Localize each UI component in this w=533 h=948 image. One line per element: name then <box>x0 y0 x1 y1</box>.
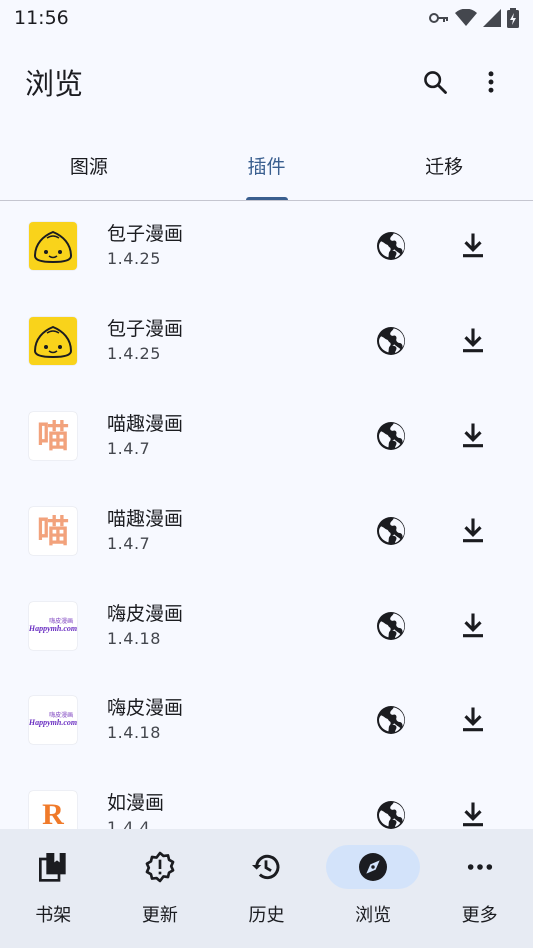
extension-list: 包子漫画 1.4.25 包子漫画 1.4.25 喵喵趣漫画 1.4.7 喵喵趣漫画 1.4.7… <box>0 201 533 829</box>
download-icon <box>463 518 483 543</box>
install-button[interactable] <box>443 216 503 276</box>
nav-label: 书架 <box>35 905 72 926</box>
page-title: 浏览 <box>25 67 84 101</box>
extension-logo-baozi-logo <box>29 317 77 366</box>
list-item[interactable]: 喵 喵趣漫画 1.4.7 <box>0 389 533 484</box>
globe-icon <box>377 232 405 261</box>
globe-icon <box>377 327 405 356</box>
extension-version: 1.4.25 <box>107 249 161 269</box>
open-website-button[interactable] <box>361 785 421 829</box>
install-button[interactable] <box>443 311 503 371</box>
download-icon <box>463 802 483 827</box>
nav-item-updates[interactable]: 更新 <box>107 829 214 948</box>
nav-item-browse[interactable]: 浏览 <box>320 829 427 948</box>
open-website-button[interactable] <box>361 311 421 371</box>
history-icon <box>252 854 280 880</box>
globe-icon <box>377 516 405 545</box>
wifi-icon <box>455 9 477 27</box>
extension-version: 1.4.4 <box>107 818 151 829</box>
nav-item-history[interactable]: 历史 <box>213 829 320 948</box>
globe-icon <box>377 801 405 829</box>
list-item[interactable]: 嗨皮漫画 Happymh.com 嗨皮漫画 1.4.18 <box>0 673 533 768</box>
status-bar: 11:56 <box>0 0 533 36</box>
list-item[interactable]: 包子漫画 1.4.25 <box>0 294 533 389</box>
extension-version: 1.4.7 <box>107 438 151 458</box>
nav-item-library[interactable]: 书架 <box>0 829 107 948</box>
search-icon <box>424 71 447 94</box>
install-button[interactable] <box>443 406 503 466</box>
extension-name: 如漫画 <box>107 792 165 815</box>
globe-icon <box>377 706 405 735</box>
extension-name: 喵趣漫画 <box>107 412 184 435</box>
extension-logo-happy-logo: 嗨皮漫画 Happymh.com <box>29 696 77 745</box>
download-icon <box>463 328 483 353</box>
extension-version: 1.4.18 <box>107 723 161 743</box>
extension-logo-miaoqu-logo: 喵 <box>29 506 77 555</box>
extension-version: 1.4.7 <box>107 533 151 553</box>
open-website-button[interactable] <box>361 216 421 276</box>
status-time: 11:56 <box>14 7 69 29</box>
extension-logo-baozi-logo <box>29 222 77 271</box>
nav-label: 更多 <box>461 905 498 926</box>
install-button[interactable] <box>443 690 503 750</box>
nav-label: 更新 <box>141 905 178 926</box>
globe-icon <box>377 611 405 640</box>
download-icon <box>463 233 483 258</box>
status-icons <box>429 8 519 28</box>
open-website-button[interactable] <box>361 596 421 656</box>
more-vert-icon <box>488 71 494 93</box>
globe-icon <box>377 421 405 450</box>
install-button[interactable] <box>443 785 503 829</box>
list-item[interactable]: 喵 喵趣漫画 1.4.7 <box>0 483 533 578</box>
list-item[interactable]: R 如漫画 1.4.4 <box>0 768 533 829</box>
download-icon <box>463 613 483 637</box>
extension-name: 包子漫画 <box>107 223 184 246</box>
list-item[interactable]: 嗨皮漫画 Happymh.com 嗨皮漫画 1.4.18 <box>0 578 533 673</box>
updates-badge-icon <box>145 851 175 883</box>
tab-sources[interactable]: 图源 <box>0 130 178 200</box>
extension-logo-ru-logo: R <box>29 791 77 829</box>
extension-name: 包子漫画 <box>107 318 184 341</box>
explore-compass-icon <box>359 853 388 881</box>
tab-extensions[interactable]: 插件 <box>178 130 356 200</box>
extension-name: 嗨皮漫画 <box>107 602 184 625</box>
search-button[interactable] <box>407 54 463 110</box>
open-website-button[interactable] <box>361 406 421 466</box>
install-button[interactable] <box>443 501 503 561</box>
extension-version: 1.4.18 <box>107 628 161 648</box>
top-actions <box>407 54 533 110</box>
nav-item-more[interactable]: 更多 <box>426 829 533 948</box>
nav-label: 浏览 <box>355 905 392 926</box>
extension-logo-happy-logo: 嗨皮漫画 Happymh.com <box>29 601 77 650</box>
bookshelf-icon <box>39 853 66 882</box>
download-icon <box>463 423 483 448</box>
more-options-button[interactable] <box>463 54 519 110</box>
extension-logo-miaoqu-logo: 喵 <box>29 411 77 460</box>
extension-name: 喵趣漫画 <box>107 507 184 530</box>
extension-name: 嗨皮漫画 <box>107 697 184 720</box>
list-item[interactable]: 包子漫画 1.4.25 <box>0 201 533 294</box>
open-website-button[interactable] <box>361 501 421 561</box>
nav-label: 历史 <box>248 905 285 926</box>
open-website-button[interactable] <box>361 690 421 750</box>
key-icon <box>429 11 449 25</box>
download-icon <box>463 707 483 732</box>
battery-charging-icon <box>507 8 519 28</box>
more-horiz-icon <box>467 864 492 870</box>
signal-icon <box>483 9 501 27</box>
bottom-navigation: 书架 更新 历史 浏览 更多 <box>0 829 533 948</box>
top-app-bar: 浏览 <box>0 50 533 114</box>
tab-bar: 图源 插件 迁移 <box>0 130 533 201</box>
extension-version: 1.4.25 <box>107 344 161 364</box>
install-button[interactable] <box>443 596 503 656</box>
tab-migrate[interactable]: 迁移 <box>355 130 533 200</box>
